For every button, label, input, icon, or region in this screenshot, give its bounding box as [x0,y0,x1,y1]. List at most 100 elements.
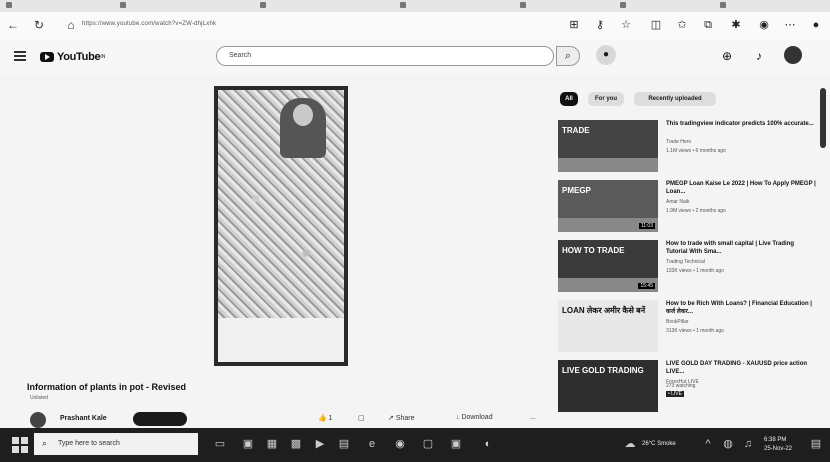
app-icon[interactable]: ▤ [336,436,352,452]
microphone-icon[interactable]: ● [596,45,616,65]
logo-country: IN [100,54,106,60]
chrome-icon[interactable]: ◉ [392,436,408,452]
windows-start-icon[interactable] [12,437,28,453]
video-thumbnail[interactable]: TRADE [558,120,658,172]
favorites-icon[interactable]: ✩ [676,19,688,31]
thumbnail-text: LOAN लेकर अमीर कैसे बनें [562,306,646,315]
app-icon[interactable]: ◐ [480,436,496,452]
network-icon[interactable]: ◍ [720,436,736,452]
hamburger-menu-icon[interactable] [14,51,26,61]
tab-icon[interactable] [620,2,626,8]
profile-icon[interactable]: ◉ [758,19,770,31]
recommendation-channel[interactable]: Trade Hero [666,139,691,145]
recommendation-item[interactable]: TRADE This tradingview indicator predict… [558,120,820,176]
extension-icon[interactable]: ✱ [730,19,742,31]
weather-text[interactable]: 26°C Smoke [642,440,676,448]
edge-taskbar-icon[interactable]: e [364,436,380,452]
task-view-icon[interactable]: ▭ [212,436,228,452]
more-icon[interactable]: ⋯ [784,19,796,31]
search-icon[interactable]: ⌕ [556,46,580,66]
video-duration: 11:03 [638,223,655,229]
search-input[interactable]: Search [216,46,554,66]
share-button[interactable]: ↗ Share [388,414,415,422]
youtube-header: YouTube IN Search ⌕ ● ⊕ ♪ [0,40,830,74]
video-lower-area [218,318,344,362]
tab-icon[interactable] [6,2,12,8]
recommendation-channel[interactable]: Amar Naik [666,199,689,205]
video-title: Information of plants in pot - Revised [27,382,187,392]
video-player[interactable] [214,86,348,366]
edge-icon[interactable]: ● [810,19,822,31]
video-thumbnail[interactable]: LOAN लेकर अमीर कैसे बनें [558,300,658,352]
tab-icon[interactable] [400,2,406,8]
collections-icon[interactable]: ⧉ [702,19,714,31]
tab-icon[interactable] [120,2,126,8]
app-icon[interactable]: ▦ [264,436,280,452]
address-bar-row: ← ↻ ⌂ https://www.youtube.com/watch?v=ZW… [0,12,830,41]
refresh-icon[interactable]: ↻ [32,18,46,32]
recommendation-meta: 313K views • 1 month ago [666,328,724,334]
app-icon[interactable]: ▩ [288,436,304,452]
taskbar-search-input[interactable]: ⌕ Type here to search [34,433,198,455]
file-explorer-icon[interactable]: ▣ [240,436,256,452]
split-screen-icon[interactable]: ◫ [650,19,662,31]
notification-center-icon[interactable]: ▤ [808,436,824,452]
tab-icon[interactable] [520,2,526,8]
recommendation-meta: 273 watching [666,383,696,389]
chip-recently-uploaded[interactable]: Recently uploaded [634,92,716,106]
recommendation-item[interactable]: HOW TO TRADE 15:45 How to trade with sma… [558,240,820,296]
subscribe-button[interactable] [133,412,187,426]
youtube-app-icon[interactable]: ▶ [312,436,328,452]
recommendation-item[interactable]: LOAN लेकर अमीर कैसे बनें How to be Rich … [558,300,820,356]
download-label: Download [461,414,493,421]
recommendation-title[interactable]: PMEGP Loan Kaise Le 2022 | How To Apply … [666,180,816,196]
channel-name[interactable]: Prashant Kale [60,415,107,422]
weather-icon[interactable]: ☁ [622,436,638,452]
tray-chevron-icon[interactable]: ^ [700,436,716,452]
key-icon[interactable]: ⚷ [594,19,606,31]
star-icon[interactable]: ☆ [620,19,632,31]
video-thumbnail[interactable]: LIVE GOLD TRADING [558,360,658,412]
recommendation-title[interactable]: How to be Rich With Loans? | Financial E… [666,300,816,316]
app-icon[interactable]: ▣ [448,436,464,452]
recommendation-title[interactable]: LIVE GOLD DAY TRADING - XAUUSD price act… [666,360,816,376]
account-avatar[interactable] [784,46,802,64]
windows-taskbar: ⌕ Type here to search ▭ ▣ ▦ ▩ ▶ ▤ e ◉ ▢ … [0,428,830,462]
address-bar[interactable]: https://www.youtube.com/watch?v=ZW-dhjLx… [82,21,216,27]
clock-date[interactable]: 25-Nov-22 [764,445,792,453]
chip-all[interactable]: All [560,92,578,106]
lock-icon[interactable]: ⌂ [64,18,78,32]
thumbnail-text: TRADE [562,126,590,135]
volume-icon[interactable]: ♫ [740,436,756,452]
recommendation-item[interactable]: LIVE GOLD TRADING LIVE GOLD DAY TRADING … [558,360,820,416]
dislike-icon[interactable]: ▢ [358,414,365,422]
back-icon[interactable]: ← [6,18,20,32]
app-icon[interactable]: ▢ [420,436,436,452]
thumbnail-text: PMEGP [562,186,591,195]
chip-for-you[interactable]: For you [588,92,624,106]
search-placeholder: Search [229,52,252,59]
recommendation-channel[interactable]: BookPillar [666,319,689,325]
like-button[interactable]: 👍 1 [318,414,333,422]
thumbnail-stripe [558,158,658,172]
more-actions-button[interactable]: ... [530,414,536,421]
recommendation-channel[interactable]: Trading Technical [666,259,705,265]
page-scrollbar[interactable] [820,88,826,148]
clock-time[interactable]: 6:38 PM [764,436,786,444]
search-icon: ⌕ [42,438,48,448]
download-button[interactable]: ↓ Download [456,414,493,421]
youtube-play-icon [40,52,54,62]
tab-icon[interactable] [720,2,726,8]
video-thumbnail[interactable]: PMEGP 11:03 [558,180,658,232]
recommendation-title[interactable]: How to trade with small capital | Live T… [666,240,816,256]
tab-icon[interactable] [260,2,266,8]
youtube-logo[interactable]: YouTube IN [40,48,105,66]
channel-avatar[interactable] [30,412,46,428]
create-video-icon[interactable]: ⊕ [720,49,734,63]
recommendation-title[interactable]: This tradingview indicator predicts 100%… [666,120,816,128]
video-thumbnail[interactable]: HOW TO TRADE 15:45 [558,240,658,292]
notifications-icon[interactable]: ♪ [752,49,766,63]
recommendation-item[interactable]: PMEGP 11:03 PMEGP Loan Kaise Le 2022 | H… [558,180,820,236]
live-badge: • LIVE [666,391,684,397]
grid-icon[interactable]: ⊞ [568,19,580,31]
